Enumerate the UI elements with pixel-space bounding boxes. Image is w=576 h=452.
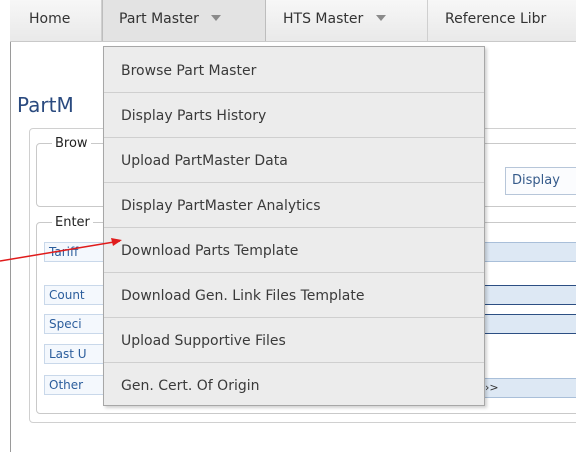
row-label-tariff: Tariff bbox=[44, 242, 104, 262]
row-label-other: Other bbox=[44, 375, 104, 395]
menu-item-upload-supportive-files[interactable]: Upload Supportive Files bbox=[104, 319, 484, 363]
other-value: ›> bbox=[485, 381, 499, 394]
menu-item-gen-cert-of-origin[interactable]: Gen. Cert. Of Origin bbox=[104, 364, 484, 408]
menu-item-upload-partmaster-data[interactable]: Upload PartMaster Data bbox=[104, 139, 484, 183]
menu-hts-master[interactable]: HTS Master bbox=[266, 0, 428, 41]
menu-reference-library-label: Reference Libr bbox=[445, 11, 547, 27]
menu-hts-master-label: HTS Master bbox=[283, 11, 364, 27]
display-button[interactable]: Display bbox=[505, 167, 576, 195]
menu-item-browse-part-master[interactable]: Browse Part Master bbox=[104, 49, 484, 93]
menu-part-master-label: Part Master bbox=[119, 11, 199, 27]
menu-home-label: Home bbox=[29, 11, 71, 27]
menu-item-download-parts-template[interactable]: Download Parts Template bbox=[104, 229, 484, 273]
menu-part-master[interactable]: Part Master bbox=[102, 0, 266, 41]
menu-reference-library[interactable]: Reference Libr bbox=[428, 0, 576, 41]
page-left-border bbox=[10, 0, 11, 452]
page-title: PartM bbox=[17, 93, 74, 117]
row-label-special: Speci bbox=[44, 314, 104, 334]
chevron-down-icon bbox=[211, 15, 222, 21]
row-label-country: Count bbox=[44, 285, 104, 305]
menu-item-display-partmaster-analytics[interactable]: Display PartMaster Analytics bbox=[104, 184, 484, 228]
part-master-dropdown: Browse Part Master Display Parts History… bbox=[103, 46, 485, 406]
chevron-down-icon bbox=[375, 15, 386, 21]
app-window: Home Part Master HTS Master Reference Li… bbox=[0, 0, 576, 452]
row-label-last-updated: Last U bbox=[44, 344, 104, 364]
enter-legend: Enter bbox=[52, 215, 93, 230]
menu-home[interactable]: Home bbox=[10, 0, 102, 41]
menu-item-display-parts-history[interactable]: Display Parts History bbox=[104, 94, 484, 138]
browse-legend: Brow bbox=[52, 136, 91, 151]
menu-bar: Home Part Master HTS Master Reference Li… bbox=[10, 0, 576, 42]
menu-item-download-gen-link-files-template[interactable]: Download Gen. Link Files Template bbox=[104, 274, 484, 318]
